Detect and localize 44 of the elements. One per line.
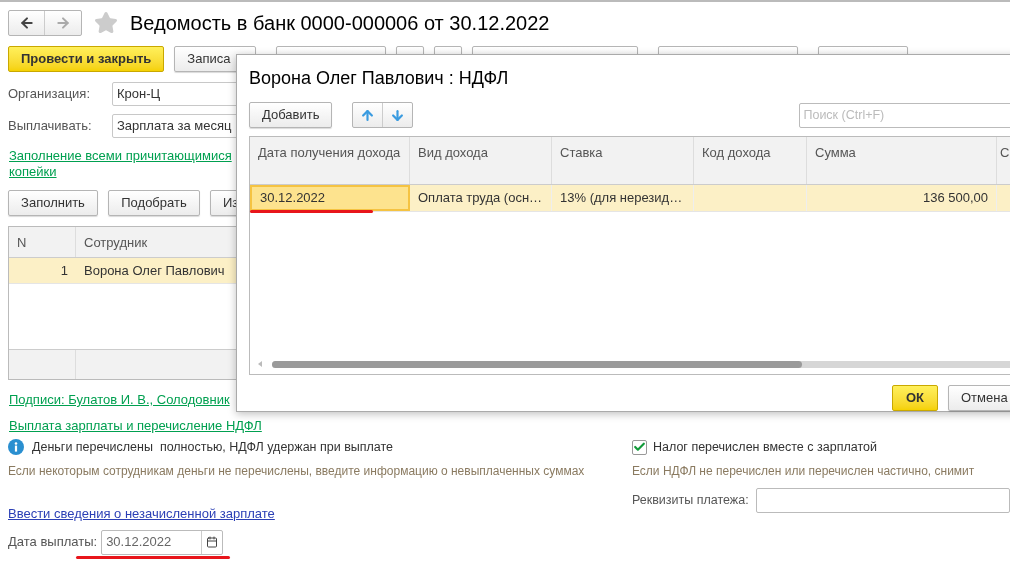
scrollbar-thumb[interactable] — [272, 360, 802, 368]
checkbox-label: Налог перечислен вместе с зарплатой — [653, 438, 877, 456]
payment-link[interactable]: Выплата зарплаты и перечисление НДФЛ — [9, 415, 262, 435]
table-cell: 30.12.2022 — [250, 185, 410, 211]
column-header: Вид дохода — [410, 137, 552, 184]
info-text: Деньги перечислены полностью, НДФЛ удержан при выплате — [32, 438, 394, 456]
table-button[interactable]: Заполнить — [8, 190, 98, 216]
field-label: Реквизиты платежа: — [632, 492, 750, 510]
signatures-link[interactable]: Подписи: Булатов И. В., Солодовник — [9, 390, 230, 410]
column-header: Сотрудник — [83, 234, 149, 252]
add-button[interactable]: Добавить — [249, 102, 333, 128]
input-field[interactable] — [756, 488, 1010, 513]
unpaid-salary-link[interactable]: Ввести сведения о незачисленной зарплате — [8, 504, 275, 524]
column-header: Код дохода — [694, 137, 807, 184]
table-cell: Оплата труда (осн… — [410, 185, 552, 211]
field-label: Дата выплаты: — [8, 533, 98, 552]
ok-button[interactable]: ОК — [892, 385, 938, 411]
search-field[interactable]: Поиск (Ctrl+F) — [799, 102, 1010, 128]
column-header: Дата получения дохода — [250, 137, 410, 184]
table-cell: 13% (для нерезид… — [552, 185, 694, 211]
column-header: Ставка — [552, 137, 694, 184]
cancel-button[interactable]: Отмена — [948, 385, 1010, 411]
table-button[interactable]: Подобрать — [108, 190, 200, 216]
table-row[interactable]: 30.12.2022 Оплата труда (осн… 13% (для нерезид… 136 500,00 — [250, 185, 1010, 212]
field-label: Выплачивать: — [8, 117, 93, 136]
column-header: N — [9, 227, 76, 257]
hint-text: Если некоторым сотрудникам деньги не перечислены, введите информацию о невыплаченных суммах — [8, 463, 586, 480]
calendar-icon[interactable] — [206, 536, 219, 548]
table-cell-text: 1 — [59, 261, 69, 280]
post-and-close-button[interactable]: Провести и закрыть — [8, 46, 165, 72]
table-cell-text: Ворона Олег Павлович — [83, 261, 225, 280]
field-label: Организация: — [8, 85, 92, 104]
info-icon — [8, 439, 24, 455]
column-header: Сумма — [807, 137, 997, 184]
checkbox[interactable] — [632, 439, 647, 455]
hint-text: Если НДФЛ не перечислен или перечислен частично, снимит — [632, 463, 976, 480]
scroll-left-icon[interactable] — [258, 361, 262, 367]
column-header: С — [997, 137, 1010, 184]
table-cell: 136 500,00 — [807, 185, 997, 211]
date-field[interactable]: 30.12.2022 — [101, 529, 224, 555]
forward-arrow-icon — [55, 15, 71, 31]
star-icon[interactable] — [94, 11, 118, 35]
window-title: Ведомость в банк 0000-000006 от 30.12.2022 — [130, 11, 550, 36]
down-arrow-icon — [390, 107, 406, 123]
